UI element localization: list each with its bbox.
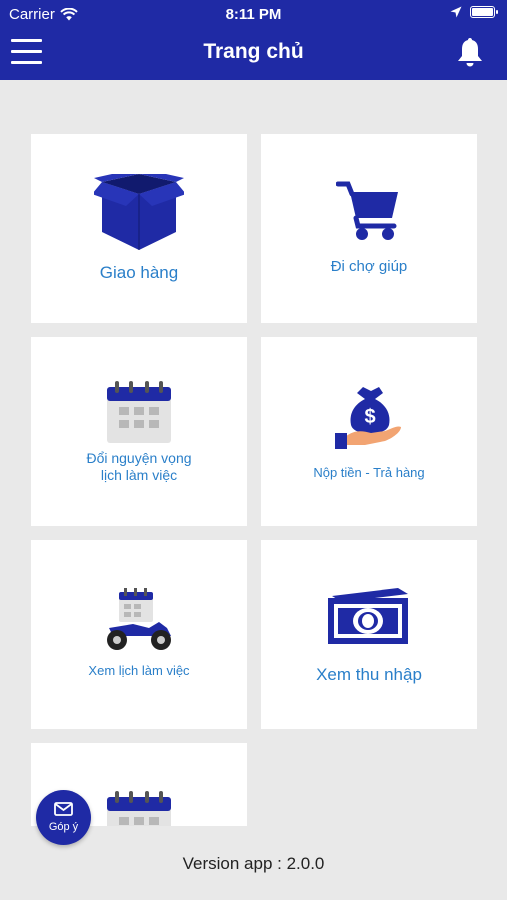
motorbike-calendar-icon (31, 588, 247, 652)
tile-shopping[interactable]: Đi chợ giúp (261, 134, 477, 323)
tile-view-schedule[interactable]: Xem lịch làm việc (31, 540, 247, 729)
calendar-icon (31, 381, 247, 443)
tile-label: Đi chợ giúp (330, 258, 408, 275)
tile-label: Đổi nguyện vọng lịch làm việc (86, 450, 192, 483)
mail-icon (54, 802, 73, 816)
tile-income[interactable]: Xem thu nhập (261, 540, 477, 729)
page-title: Trang chủ (203, 40, 304, 63)
tile-label: Xem thu nhập (316, 665, 422, 684)
svg-text:$: $ (364, 406, 375, 428)
status-bar: Carrier 8:11 PM (0, 0, 507, 28)
feedback-button[interactable]: Góp ý (36, 790, 91, 845)
tile-label: Giao hàng (99, 263, 179, 282)
clock: 8:11 PM (225, 6, 282, 23)
location-arrow-icon (450, 6, 462, 18)
tile-delivery[interactable]: Giao hàng (31, 134, 247, 323)
status-right (450, 6, 498, 18)
tile-label: Nộp tiền - Trả hàng (313, 465, 425, 480)
shopping-cart-icon (261, 180, 477, 242)
tile-change-schedule[interactable]: Đổi nguyện vọng lịch làm việc (31, 337, 247, 526)
feedback-label: Góp ý (48, 821, 79, 833)
top-bar: Carrier 8:11 PM Trang chủ (0, 0, 507, 80)
banknote-icon (261, 586, 477, 646)
nav-row: Trang chủ (0, 30, 507, 76)
tile-label: Xem lịch làm việc (88, 663, 190, 678)
bell-icon[interactable] (455, 36, 485, 68)
box-icon (31, 174, 247, 252)
version-label: Version app : 2.0.0 (182, 854, 325, 873)
money-bag-hand-icon: $ (261, 387, 477, 451)
battery-icon (470, 6, 498, 18)
tile-payment-return[interactable]: $ Nộp tiền - Trả hàng (261, 337, 477, 526)
